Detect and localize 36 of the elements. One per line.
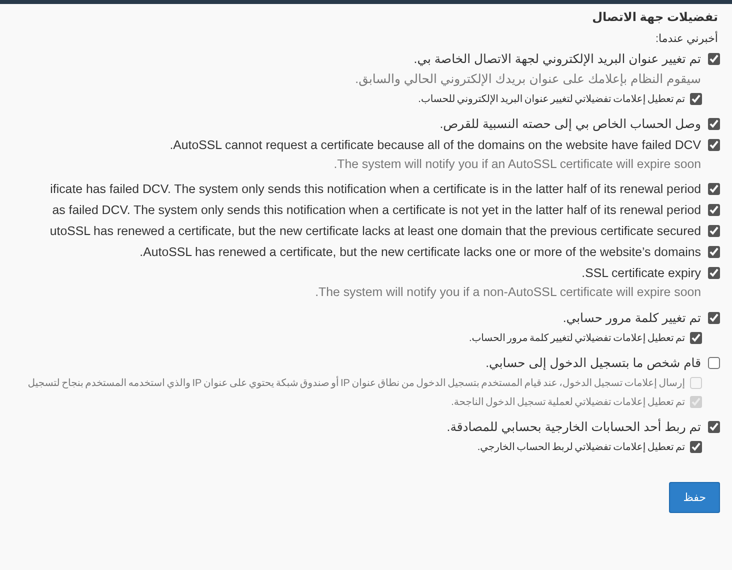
option-label: AutoSSL cannot request a certificate because all of the domains on the website have failed DCV. [170, 138, 701, 152]
option-description: سيقوم النظام بإعلامك على عنوان بريدك الإلكتروني الحالي والسابق. [354, 71, 702, 86]
option-label: AutoSSL has renewed a certificate, but the new certificate lacks one or more of the website’s domains. [140, 245, 701, 259]
option-label: تم تعطيل إعلامات تفضيلاتي لعملية تسجيل الدخول الناجحة. [451, 396, 685, 408]
option-description: The system will notify you if an AutoSSL certificate will expire soon. [332, 157, 702, 171]
checkbox[interactable] [690, 441, 702, 453]
checkbox[interactable] [708, 52, 720, 64]
option-label: SSL certificate expiry. [582, 266, 701, 280]
option-label: تم ربط أحد الحسابات الخارجية بحسابي للمصادقة. [446, 419, 701, 434]
checkbox[interactable] [708, 139, 720, 151]
option-label: as failed DCV. The system only sends this notification when a certificate is not yet in the latter half of its renewal period [52, 203, 701, 217]
option-label: ificate has failed DCV. The system only sends this notification when a certificate is in the latter half of its renewal period [50, 182, 701, 196]
option-description: The system will notify you if a non-AutoSSL certificate will expire soon. [314, 285, 702, 299]
option-label: إرسال إعلامات تسجيل الدخول، عند قيام المستخدم بتسجيل الدخول من نطاق عنوان IP أو صندوق شبكة يحتوي على عنوان IP والذي استخدمه المستخدم بنجاح لتسجيل [28, 378, 685, 388]
checkbox[interactable] [708, 204, 720, 216]
checkbox[interactable] [690, 332, 702, 344]
option-label: تم تعطيل إعلامات تفضيلاتي لتغيير عنوان البريد الإلكتروني للحساب. [418, 94, 685, 104]
checkbox[interactable] [708, 420, 720, 432]
option-label: تم تغيير كلمة مرور حسابي. [562, 310, 701, 325]
checkbox[interactable] [708, 312, 720, 324]
option-label: تم تغيير عنوان البريد الإلكتروني لجهة الاتصال الخاصة بي. [414, 51, 701, 66]
checkbox[interactable] [708, 225, 720, 237]
option-label: تم تعطيل إعلامات تفضيلاتي لتغيير كلمة مرور الحساب. [468, 332, 685, 344]
checkbox[interactable] [708, 183, 720, 195]
save-button[interactable]: حفظ [669, 482, 720, 513]
option-label: قام شخص ما بتسجيل الدخول إلى حسابي. [486, 355, 701, 370]
checkbox[interactable] [708, 267, 720, 279]
option-label: utoSSL has renewed a certificate, but the new certificate lacks at least one domain that the previous certificate secured [50, 224, 701, 238]
checkbox[interactable] [708, 246, 720, 258]
section-title: تفضيلات جهة الاتصال [591, 10, 719, 24]
option-label: تم تعطيل إعلامات تفضيلاتي لربط الحساب الخارجي. [477, 442, 685, 452]
checkbox[interactable] [708, 118, 720, 130]
checkbox[interactable] [708, 356, 720, 368]
prompt-label: أخبرني عندما: [654, 32, 719, 45]
option-label: وصل الحساب الخاص بي إلى حصته النسبية للقرص. [440, 116, 701, 131]
checkbox[interactable] [690, 93, 702, 105]
